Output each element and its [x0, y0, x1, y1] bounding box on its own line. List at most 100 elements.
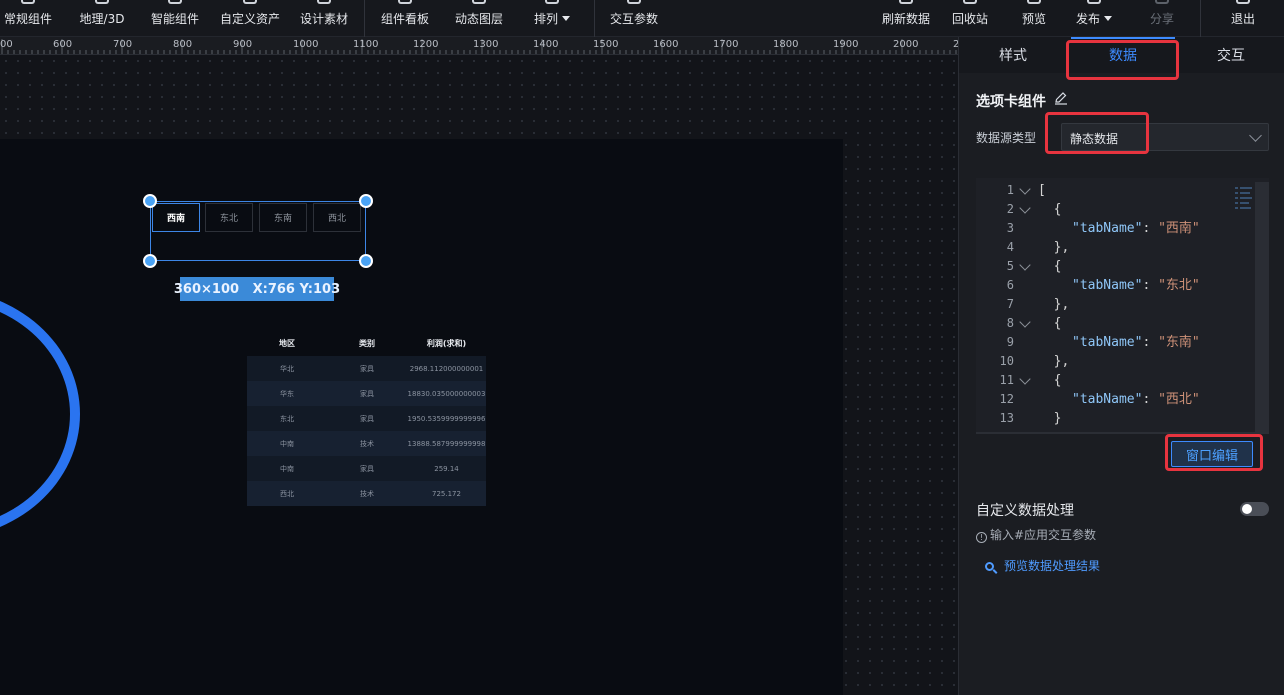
chevron-down-icon: [1249, 129, 1262, 142]
tab-button-southeast[interactable]: 东南: [259, 203, 307, 232]
table-row: 中南 技术 13888.587999999998: [247, 431, 486, 456]
ring-chart-component[interactable]: [0, 289, 80, 539]
code-text: {: [1038, 316, 1062, 331]
line-number: 6: [1006, 278, 1014, 292]
tab-button-northeast[interactable]: 东北: [205, 203, 253, 232]
link-text: 预览数据处理结果: [1004, 559, 1101, 573]
table-cell: 1950.5359999999996: [407, 414, 486, 423]
code-text: "tabName": "东南": [1072, 333, 1200, 352]
toolbar-arrange[interactable]: 排列: [530, 0, 574, 37]
ruler-label: 1400: [533, 39, 559, 50]
toolbar-interaction-params[interactable]: 交互参数: [606, 0, 662, 37]
window-edit-button[interactable]: 窗口编辑: [1171, 441, 1253, 467]
tab-style[interactable]: 样式: [959, 37, 1067, 73]
fold-chevron-icon[interactable]: [1019, 259, 1031, 271]
ruler-label: 1000: [293, 39, 319, 50]
json-code-editor[interactable]: 1[2 {3 "tabName": "西南" 4 }, 5 {6 "tabName": …: [976, 178, 1269, 434]
pencil-icon[interactable]: [1054, 91, 1068, 105]
table-component[interactable]: 地区 类别 利润(求和) 华北 家具 2968.112000000001 华东 …: [247, 330, 486, 506]
code-line: 13 }: [976, 409, 1256, 428]
toolbar-label: 自定义资产: [219, 12, 280, 26]
toolbar-recycle-bin[interactable]: 回收站: [948, 0, 992, 37]
table-cell: 家具: [360, 414, 374, 423]
data-source-type-select[interactable]: 静态数据: [1061, 123, 1269, 151]
toolbar-label: 退出: [1230, 12, 1255, 26]
toolbar-smart-components[interactable]: 智能组件: [147, 0, 203, 37]
toolbar-geo-3d[interactable]: 地理/3D: [74, 0, 130, 37]
json-key: "tabName": [1072, 392, 1143, 407]
code-line: 2 {: [976, 200, 1256, 219]
table-row: 东北 家具 1950.5359999999996: [247, 406, 486, 431]
toolbar-label: 交互参数: [609, 12, 658, 26]
resize-handle-top-left[interactable]: [143, 194, 157, 208]
toolbar-custom-assets[interactable]: 自定义资产: [216, 0, 284, 37]
json-colon: :: [1142, 392, 1159, 407]
toolbar-publish[interactable]: 发布: [1072, 0, 1116, 37]
board-icon: [398, 0, 412, 4]
toolbar-label-wrap: 发布: [1072, 10, 1116, 27]
toolbar-divider: [364, 0, 365, 37]
ruler-label: 1800: [773, 39, 799, 50]
table-cell: 华东: [280, 389, 294, 398]
fold-chevron-icon[interactable]: [1019, 202, 1031, 214]
assets-icon: [243, 0, 257, 4]
toolbar-common-components[interactable]: 常规组件: [0, 0, 56, 37]
table-cell: 家具: [360, 464, 374, 473]
table-cell: 西北: [280, 489, 294, 498]
line-number: 5: [1006, 259, 1014, 273]
line-number: 10: [999, 354, 1014, 368]
toolbar-refresh-data[interactable]: 刷新数据: [878, 0, 934, 37]
tab-button-southwest[interactable]: 西南: [152, 203, 200, 232]
design-canvas[interactable]: 西南 东北 东南 西北 360×100 X:766 Y:103 地区 类别 利润…: [0, 55, 958, 695]
toolbar-component-board[interactable]: 组件看板: [377, 0, 433, 37]
ruler-label: 1500: [593, 39, 619, 50]
json-value: "西北": [1158, 392, 1200, 407]
preview-processing-result-link[interactable]: 预览数据处理结果: [985, 557, 1100, 574]
json-value: "东南": [1158, 335, 1200, 350]
json-colon: :: [1142, 335, 1159, 350]
fold-chevron-icon[interactable]: [1019, 373, 1031, 385]
data-source-type-label: 数据源类型: [976, 131, 1037, 145]
resize-handle-top-right[interactable]: [359, 194, 373, 208]
ruler-label: 1900: [833, 39, 859, 50]
line-number: 3: [1006, 221, 1014, 235]
editor-scrollbar[interactable]: [1255, 182, 1269, 434]
arrange-icon: [545, 0, 559, 4]
code-text: },: [1038, 240, 1070, 255]
ruler-label: 800: [173, 39, 193, 50]
params-icon: [627, 0, 641, 4]
tab-data[interactable]: 数据: [1069, 37, 1177, 73]
editor-footer: [976, 432, 1269, 434]
table-header-cell: 地区: [279, 338, 295, 348]
caret-down-icon: [562, 16, 570, 21]
line-number: 4: [1006, 240, 1014, 254]
toolbar-share[interactable]: 分享: [1146, 0, 1178, 37]
fold-chevron-icon[interactable]: [1019, 316, 1031, 328]
toolbar-label: 动态图层: [454, 12, 503, 26]
json-key: "tabName": [1072, 278, 1143, 293]
tab-button-northwest[interactable]: 西北: [313, 203, 361, 232]
ruler-label: 00: [0, 39, 13, 50]
custom-data-processing-toggle[interactable]: [1240, 502, 1269, 516]
interaction-param-hint: ! 输入#应用交互参数: [976, 526, 1096, 543]
table-header-cell: 利润(求和): [426, 338, 467, 348]
toolbar-design-materials[interactable]: 设计素材: [296, 0, 352, 37]
table-row: 中南 家具 259.14: [247, 456, 486, 481]
exit-icon: [1236, 0, 1250, 4]
toolbar-exit[interactable]: 退出: [1226, 0, 1260, 37]
code-line: 6 "tabName": "东北": [976, 276, 1256, 295]
ruler-label: 900: [233, 39, 253, 50]
map-icon: [95, 0, 109, 4]
toolbar-divider: [594, 0, 595, 37]
table-cell: 华北: [280, 364, 294, 373]
tab-component-selected[interactable]: 西南 东北 东南 西北: [150, 201, 366, 261]
tab-interaction[interactable]: 交互: [1177, 37, 1284, 73]
table-cell: 中南: [280, 439, 294, 448]
table-cell: 13888.587999999998: [407, 439, 486, 448]
resize-handle-bottom-left[interactable]: [143, 254, 157, 268]
table-cell: 家具: [360, 389, 374, 398]
toolbar-preview[interactable]: 预览: [1017, 0, 1051, 37]
fold-chevron-icon[interactable]: [1019, 183, 1031, 195]
toolbar-dynamic-layers[interactable]: 动态图层: [451, 0, 507, 37]
resize-handle-bottom-right[interactable]: [359, 254, 373, 268]
